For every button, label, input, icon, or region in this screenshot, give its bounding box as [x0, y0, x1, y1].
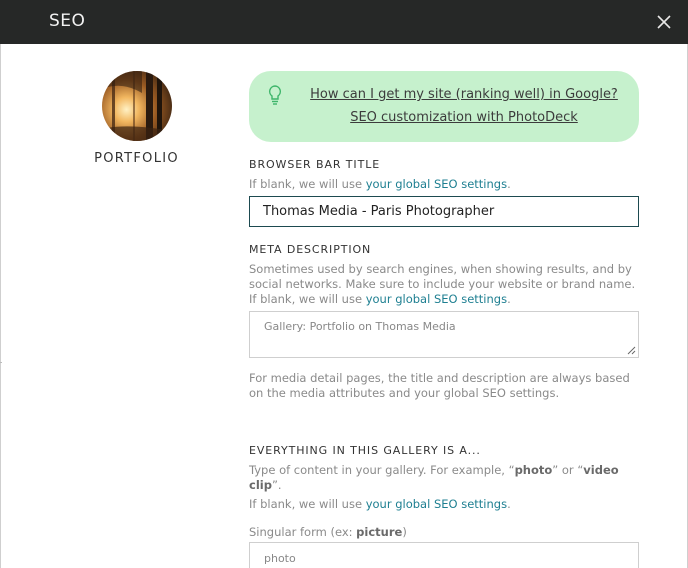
help-text: ” or “: [552, 463, 584, 477]
media-pages-note: For media detail pages, the title and de…: [249, 371, 630, 400]
global-seo-settings-link[interactable]: your global SEO settings: [366, 292, 507, 306]
help-text: If blank, we will use: [249, 177, 366, 191]
content-type-label: EVERYTHING IN THIS GALLERY IS A...: [249, 444, 481, 457]
meta-description-help: Sometimes used by search engines, when s…: [249, 262, 639, 307]
help-text: If blank, we will use: [249, 497, 366, 511]
example-photo: photo: [514, 463, 553, 477]
help-text: Singular form (ex:: [249, 525, 357, 539]
browser-bar-help: If blank, we will use your global SEO se…: [249, 177, 639, 192]
gallery-thumbnail: [102, 71, 172, 141]
lightbulb-icon: [268, 85, 282, 105]
browser-bar-title-input[interactable]: Thomas Media - Paris Photographer: [249, 196, 639, 227]
meta-description-textarea[interactable]: Gallery: Portfolio on Thomas Media: [249, 311, 639, 358]
help-text: .: [507, 292, 511, 306]
global-seo-settings-link[interactable]: your global SEO settings: [366, 177, 507, 191]
textarea-placeholder: Gallery: Portfolio on Thomas Media: [264, 320, 456, 333]
singular-form-input[interactable]: photo: [249, 542, 639, 568]
gallery-name: PORTFOLIO: [94, 151, 179, 166]
help-text: .: [507, 497, 511, 511]
divider: [0, 362, 2, 363]
seo-customization-link[interactable]: SEO customization with PhotoDeck: [289, 110, 639, 125]
modal-titlebar: SEO: [0, 0, 688, 44]
singular-example: picture: [356, 525, 403, 539]
help-text: .: [507, 177, 511, 191]
help-text: ”.: [271, 478, 282, 492]
help-text: ): [402, 525, 407, 539]
close-icon[interactable]: [654, 12, 674, 32]
singular-form-label: Singular form (ex: picture): [249, 525, 639, 540]
content-type-help: Type of content in your gallery. For exa…: [249, 463, 639, 493]
input-placeholder: photo: [264, 552, 296, 565]
browser-bar-title-label: BROWSER BAR TITLE: [249, 158, 381, 171]
resize-grip-icon[interactable]: [627, 346, 636, 355]
ranking-help-link[interactable]: How can I get my site (ranking well) in …: [289, 87, 639, 102]
modal-title: SEO: [49, 11, 86, 31]
meta-description-label: META DESCRIPTION: [249, 243, 372, 256]
seo-tip-box: How can I get my site (ranking well) in …: [249, 71, 639, 142]
global-seo-settings-link[interactable]: your global SEO settings: [366, 497, 507, 511]
help-text: Type of content in your gallery. For exa…: [249, 463, 515, 477]
content-type-blank-help: If blank, we will use your global SEO se…: [249, 497, 639, 512]
